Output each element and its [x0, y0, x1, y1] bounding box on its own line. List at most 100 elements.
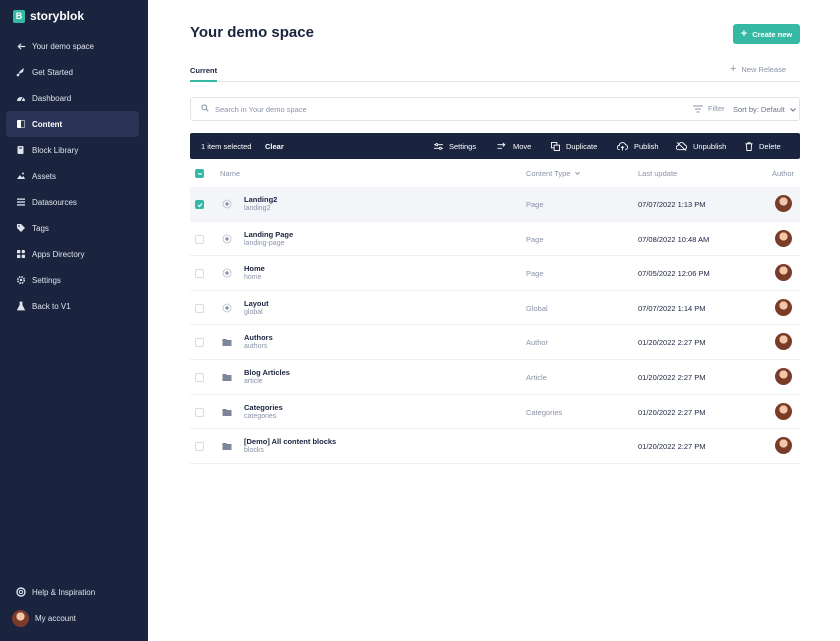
table-row[interactable]: Landing Page landing-page Page 07/08/202… — [190, 222, 800, 257]
column-last-update: Last update — [638, 169, 678, 178]
search-input[interactable] — [215, 104, 575, 114]
row-last-update: 07/08/2022 10:48 AM — [638, 234, 710, 244]
author-avatar — [775, 298, 792, 316]
logo-text: storyblok — [30, 9, 85, 23]
row-checkbox[interactable] — [195, 442, 204, 452]
search-bar: Filter Sort by: Default — [190, 97, 800, 121]
datasources-icon — [16, 197, 26, 207]
flask-icon — [16, 301, 26, 311]
row-last-update: 01/20/2022 2:27 PM — [638, 407, 706, 417]
row-name: Blog Articles — [244, 367, 290, 377]
row-last-update: 07/07/2022 1:13 PM — [638, 200, 706, 209]
plus-icon: + — [740, 27, 748, 40]
row-checkbox[interactable] — [195, 200, 204, 209]
row-checkbox[interactable] — [195, 234, 204, 244]
sort-dropdown[interactable]: Sort by: Default — [733, 105, 797, 114]
help-icon — [16, 587, 26, 597]
sidebar-item-label: Tags — [32, 223, 49, 233]
column-author: Author — [772, 169, 795, 178]
sidebar-item-your-demo-space[interactable]: Your demo space — [6, 33, 139, 59]
avatar — [12, 610, 29, 627]
row-slug: blocks — [244, 447, 264, 455]
row-checkbox[interactable] — [195, 338, 204, 348]
move-label: Move — [513, 141, 532, 151]
storyblok-logo[interactable]: B storyblok — [13, 9, 84, 23]
row-content-type: Categories — [526, 407, 563, 417]
table-row[interactable]: Blog Articles article Article 01/20/2022… — [190, 360, 800, 395]
table-row[interactable]: [Demo] All content blocks blocks 01/20/2… — [190, 429, 800, 464]
row-content-type: Author — [526, 338, 549, 348]
sidebar-item-block-library[interactable]: Block Library — [6, 137, 139, 163]
tab-current[interactable]: Current — [190, 66, 218, 82]
row-slug: article — [244, 377, 263, 385]
filter-icon — [693, 105, 703, 112]
sidebar-item-assets[interactable]: Assets — [6, 163, 139, 189]
sidebar-item-label: Apps Directory — [32, 249, 85, 259]
row-checkbox[interactable] — [195, 303, 204, 313]
unpublish-button[interactable]: Unpublish — [676, 133, 726, 159]
account-label: My account — [35, 614, 76, 623]
sidebar-item-datasources[interactable]: Datasources — [6, 189, 139, 215]
column-content-type[interactable]: Content Type — [526, 169, 581, 178]
folder-icon — [222, 443, 232, 451]
table-header: Name Content Type Last update Author — [190, 163, 800, 185]
page-title: Your demo space — [190, 24, 314, 41]
row-checkbox[interactable] — [195, 407, 204, 417]
duplicate-icon — [551, 141, 560, 151]
delete-button[interactable]: Delete — [745, 133, 781, 159]
table-row[interactable]: Authors authors Author 01/20/2022 2:27 P… — [190, 325, 800, 360]
table-row[interactable]: Landing2 landing2 Page 07/07/2022 1:13 P… — [190, 187, 800, 222]
table-row[interactable]: Categories categories Categories 01/20/2… — [190, 395, 800, 430]
my-account[interactable]: My account — [12, 610, 76, 627]
select-all-checkbox[interactable] — [195, 169, 204, 178]
new-release-button[interactable]: + New Release — [730, 64, 786, 75]
sidebar-item-apps-directory[interactable]: Apps Directory — [6, 241, 139, 267]
row-checkbox[interactable] — [195, 269, 204, 279]
sidebar-item-settings[interactable]: Settings — [6, 267, 139, 293]
row-name: Home — [244, 264, 265, 274]
author-avatar — [775, 229, 792, 247]
minus-icon — [197, 172, 202, 175]
bulk-action-bar: 1 item selected Clear Settings Move Dupl… — [190, 133, 800, 159]
arrow-left-icon — [16, 41, 26, 51]
table-row[interactable]: Home home Page 07/05/2022 12:06 PM — [190, 256, 800, 291]
search-icon — [201, 104, 209, 114]
row-last-update: 01/20/2022 2:27 PM — [638, 338, 706, 348]
story-icon — [222, 303, 232, 313]
author-avatar — [775, 367, 792, 385]
row-slug: authors — [244, 343, 268, 351]
new-release-label: New Release — [741, 65, 786, 74]
filter-button[interactable]: Filter — [693, 104, 725, 113]
sidebar-item-tags[interactable]: Tags — [6, 215, 139, 241]
dashboard-icon — [16, 93, 26, 103]
apps-icon — [16, 249, 26, 259]
row-content-type: Page — [526, 234, 544, 244]
sidebar-item-back-to-v1[interactable]: Back to V1 — [6, 293, 139, 319]
create-new-label: Create new — [752, 29, 793, 39]
column-content-type-label: Content Type — [526, 169, 571, 178]
sidebar: B storyblok Your demo space Get Started … — [0, 0, 148, 641]
duplicate-button[interactable]: Duplicate — [551, 133, 597, 159]
author-avatar — [775, 195, 792, 212]
sidebar-item-get-started[interactable]: Get Started — [6, 59, 139, 85]
row-content-type: Page — [526, 200, 544, 209]
clear-selection-button[interactable]: Clear — [265, 133, 284, 159]
trash-icon — [745, 141, 753, 151]
settings-button[interactable]: Settings — [434, 133, 476, 159]
sidebar-item-help[interactable]: Help & Inspiration — [6, 579, 139, 605]
sidebar-item-dashboard[interactable]: Dashboard — [6, 85, 139, 111]
row-content-type: Global — [526, 303, 548, 313]
row-name: Authors — [244, 333, 273, 343]
row-last-update: 01/20/2022 2:27 PM — [638, 442, 706, 452]
row-slug: categories — [244, 412, 277, 420]
move-button[interactable]: Move — [497, 133, 531, 159]
publish-button[interactable]: Publish — [617, 133, 659, 159]
row-checkbox[interactable] — [195, 372, 204, 382]
sidebar-item-label: Back to V1 — [32, 301, 71, 311]
table-row[interactable]: Layout global Global 07/07/2022 1:14 PM — [190, 291, 800, 326]
cloud-off-icon — [676, 141, 687, 151]
sidebar-item-content[interactable]: Content — [6, 111, 139, 137]
create-new-button[interactable]: + Create new — [733, 24, 800, 44]
column-name: Name — [220, 169, 241, 178]
chevron-down-icon — [575, 171, 581, 175]
